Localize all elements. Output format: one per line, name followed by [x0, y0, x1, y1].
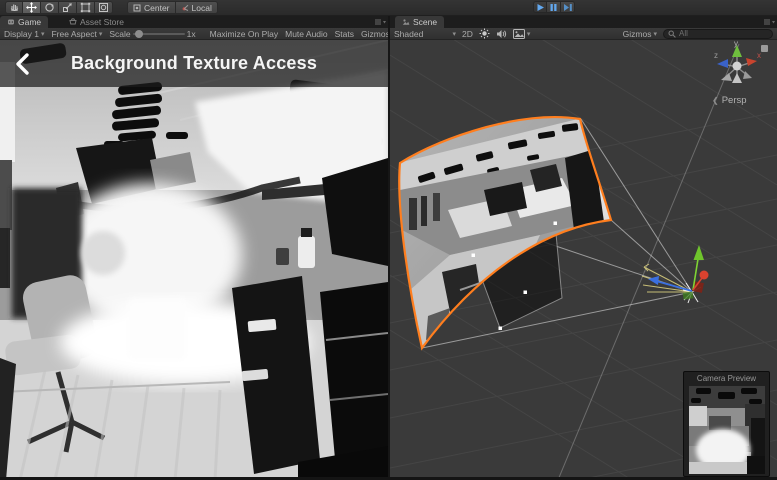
tab-scene-label: Scene — [413, 17, 438, 27]
scene-view-toolbar: Shaded ▾ 2D ▾ Gizmos ▾ — [390, 28, 777, 40]
mute-audio-toggle[interactable]: Mute Audio — [285, 29, 328, 39]
scene-gizmos-dropdown[interactable]: Gizmos ▾ — [623, 29, 657, 39]
game-tab-icon — [8, 19, 14, 25]
camera-preview-label: Camera Preview — [696, 374, 757, 383]
rotate-tool-button[interactable] — [41, 1, 59, 14]
pause-icon — [550, 3, 557, 11]
scale-value: 1x — [186, 28, 196, 39]
camera-preview-image — [689, 386, 765, 474]
scene-lighting-icon[interactable] — [479, 28, 490, 39]
rotate-icon — [45, 3, 54, 12]
transform-tool-button[interactable] — [95, 1, 113, 14]
scene-audio-icon[interactable] — [496, 29, 507, 39]
rect-transform-icon — [80, 2, 91, 13]
scene-search-box[interactable] — [663, 28, 773, 39]
local-rotation-icon — [182, 4, 188, 11]
transform-tools — [5, 1, 113, 14]
move-tool-button[interactable] — [23, 1, 41, 14]
center-pivot-icon — [133, 4, 141, 11]
scale-slider[interactable]: Scale 1x — [109, 29, 195, 39]
scene-view[interactable]: y x z ❮ Persp Camera Preview — [390, 40, 777, 480]
scene-tab-icon — [402, 19, 410, 25]
game-ui-title-bar: Background Texture Access — [0, 40, 388, 87]
unity-editor-window: Center Local Game Asset Store Scene Disp… — [0, 0, 777, 480]
scene-effects-dropdown[interactable]: ▾ — [512, 28, 531, 39]
game-camera-feed-image — [0, 40, 388, 480]
pause-button[interactable] — [547, 1, 561, 13]
shading-mode-label: Shaded — [394, 28, 424, 39]
game-view-toolbar: Display 1 ▾ Free Aspect ▾ Scale 1x Maximiz… — [0, 28, 395, 40]
tab-asset-store-label: Asset Store — [80, 17, 124, 27]
chevron-down-icon: ▾ — [526, 30, 531, 38]
chevron-down-icon: ▾ — [653, 30, 657, 38]
game-ui-title: Background Texture Access — [70, 53, 318, 73]
search-icon — [668, 30, 676, 38]
hand-icon — [10, 4, 18, 12]
gizmo-green-plane — [682, 291, 694, 300]
asset-store-tab-icon — [69, 18, 77, 25]
scale-slider-track[interactable] — [132, 29, 185, 38]
tab-game-label: Game — [18, 17, 42, 27]
scale-tool-button[interactable] — [59, 1, 77, 14]
scale-icon — [63, 3, 72, 12]
scene-search-input[interactable] — [679, 29, 759, 38]
axis-z-label: z — [714, 51, 718, 60]
gizmo-center-ball[interactable] — [732, 61, 742, 71]
stats-toggle[interactable]: Stats — [335, 29, 354, 39]
tab-game[interactable]: Game — [0, 16, 49, 28]
display-dropdown[interactable]: Display 1 ▾ — [4, 29, 44, 39]
toggle-2d[interactable]: 2D — [462, 29, 473, 39]
step-icon — [563, 3, 572, 11]
persp-arrow-icon: ❮ — [712, 96, 719, 105]
chevron-down-icon: ▾ — [452, 30, 456, 38]
scene-effects-icon — [512, 28, 525, 39]
move-icon — [26, 2, 37, 13]
aspect-dropdown-label: Free Aspect — [51, 28, 97, 39]
maximize-on-play-toggle[interactable]: Maximize On Play — [210, 29, 279, 39]
play-button[interactable] — [533, 1, 547, 13]
pane-divider[interactable] — [388, 16, 390, 480]
hand-tool-button[interactable] — [5, 1, 23, 14]
scene-panel-menu-icon[interactable] — [763, 19, 775, 26]
transform-combined-icon — [99, 3, 108, 12]
playmode-controls — [533, 1, 575, 13]
rotation-mode-button[interactable]: Local — [175, 1, 218, 14]
axis-y-label: y — [734, 40, 738, 48]
main-toolbar: Center Local — [0, 0, 777, 16]
pivot-mode-label: Center — [144, 2, 170, 13]
chevron-down-icon: ▾ — [98, 30, 103, 38]
step-button[interactable] — [561, 1, 575, 13]
projection-mode-button[interactable]: ❮ Persp — [712, 95, 747, 106]
game-gizmos-label: Gizmos — [361, 28, 390, 39]
scale-label: Scale — [109, 28, 131, 39]
play-icon — [537, 3, 544, 11]
rect-tool-button[interactable] — [77, 1, 95, 14]
axis-x-label: x — [757, 51, 761, 60]
game-view[interactable]: Background Texture Access — [0, 40, 388, 480]
chevron-down-icon: ▾ — [40, 30, 45, 38]
scale-slider-knob[interactable] — [134, 29, 143, 38]
shading-mode-dropdown[interactable]: Shaded ▾ — [394, 29, 456, 39]
aspect-dropdown[interactable]: Free Aspect ▾ — [51, 29, 102, 39]
display-dropdown-label: Display 1 — [4, 28, 39, 39]
pivot-toggle-group: Center Local — [127, 1, 218, 14]
scene-gizmos-label: Gizmos — [622, 28, 652, 39]
game-panel-menu-icon[interactable] — [374, 19, 386, 26]
toggle-2d-label: 2D — [462, 28, 473, 39]
camera-preview-panel: Camera Preview — [683, 371, 770, 477]
maximize-on-play-label: Maximize On Play — [209, 28, 279, 39]
mute-audio-label: Mute Audio — [285, 28, 328, 39]
projection-mode-label: Persp — [721, 95, 747, 106]
rotation-mode-label: Local — [191, 2, 212, 13]
tab-scene[interactable]: Scene — [395, 16, 445, 28]
scene-menu-cube-icon[interactable] — [761, 45, 768, 52]
tab-asset-store[interactable]: Asset Store — [62, 16, 131, 28]
pivot-mode-button[interactable]: Center — [127, 1, 176, 14]
stats-label: Stats — [334, 28, 355, 39]
x-axis-ball — [699, 270, 709, 280]
